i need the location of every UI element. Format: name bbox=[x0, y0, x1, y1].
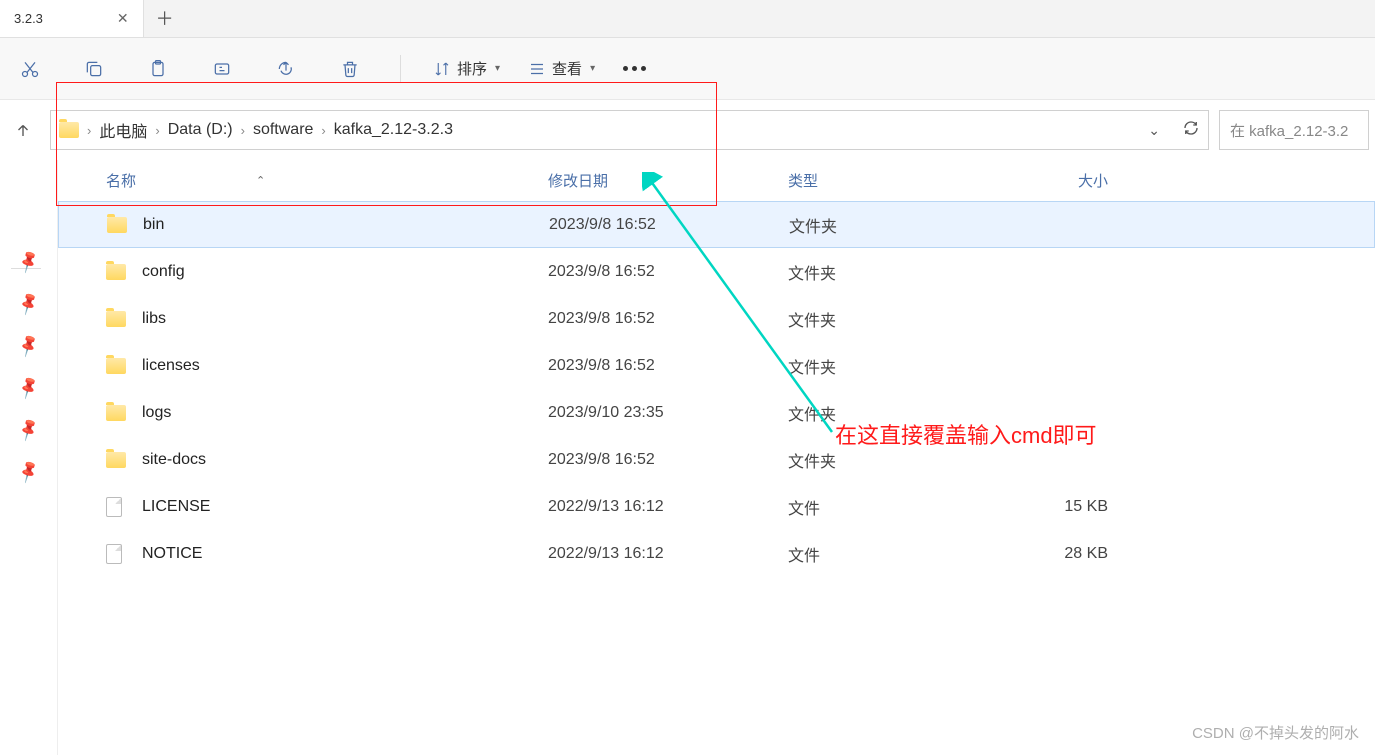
file-row[interactable]: NOTICE2022/9/13 16:12文件28 KB bbox=[58, 530, 1375, 577]
refresh-button[interactable] bbox=[1182, 119, 1200, 141]
more-button[interactable] bbox=[623, 66, 646, 71]
address-row: › 此电脑 › Data (D:) › software › kafka_2.1… bbox=[0, 100, 1375, 160]
file-size: 28 KB bbox=[988, 545, 1108, 563]
pin-icon[interactable]: 📌 bbox=[15, 332, 42, 359]
watermark: CSDN @不掉头发的阿水 bbox=[1192, 722, 1359, 743]
copy-icon[interactable] bbox=[76, 51, 112, 87]
file-row[interactable]: licenses2023/9/8 16:52文件夹 bbox=[58, 342, 1375, 389]
file-type: 文件夹 bbox=[788, 448, 988, 472]
file-row[interactable]: site-docs2023/9/8 16:52文件夹 bbox=[58, 436, 1375, 483]
breadcrumb[interactable]: Data (D:) bbox=[168, 121, 233, 139]
chevron-right-icon: › bbox=[155, 123, 159, 138]
chevron-right-icon: › bbox=[241, 123, 245, 138]
breadcrumb[interactable]: kafka_2.12-3.2.3 bbox=[334, 121, 453, 139]
column-header-type[interactable]: 类型 bbox=[788, 170, 988, 191]
file-date: 2023/9/8 16:52 bbox=[548, 310, 788, 328]
file-name: logs bbox=[142, 404, 548, 422]
file-row[interactable]: libs2023/9/8 16:52文件夹 bbox=[58, 295, 1375, 342]
folder-icon bbox=[106, 264, 126, 280]
folder-icon bbox=[106, 311, 126, 327]
chevron-down-icon: ▾ bbox=[495, 63, 500, 74]
chevron-down-icon: ▾ bbox=[590, 63, 595, 74]
file-date: 2022/9/13 16:12 bbox=[548, 498, 788, 516]
file-size: 15 KB bbox=[988, 498, 1108, 516]
view-button[interactable]: 查看 ▾ bbox=[528, 58, 595, 79]
file-list: bin2023/9/8 16:52文件夹config2023/9/8 16:52… bbox=[58, 201, 1375, 577]
file-icon bbox=[106, 544, 122, 564]
toolbar: 排序 ▾ 查看 ▾ bbox=[0, 38, 1375, 100]
file-date: 2023/9/10 23:35 bbox=[548, 404, 788, 422]
content-pane: 名称 ⌃ 修改日期 类型 大小 bin2023/9/8 16:52文件夹conf… bbox=[58, 160, 1375, 755]
column-header-name[interactable]: 名称 ⌃ bbox=[106, 170, 548, 191]
file-type: 文件 bbox=[788, 542, 988, 566]
file-name: bin bbox=[143, 216, 549, 234]
more-icon bbox=[623, 66, 646, 71]
file-name: LICENSE bbox=[142, 498, 548, 516]
tabs-bar: 3.2.3 ✕ ＋ bbox=[0, 0, 1375, 38]
toolbar-separator bbox=[400, 55, 401, 83]
file-date: 2023/9/8 16:52 bbox=[549, 216, 789, 234]
folder-icon bbox=[106, 452, 126, 468]
pin-icon[interactable]: 📌 bbox=[15, 248, 42, 275]
file-row[interactable]: LICENSE2022/9/13 16:12文件15 KB bbox=[58, 483, 1375, 530]
file-icon bbox=[106, 497, 122, 517]
delete-icon[interactable] bbox=[332, 51, 368, 87]
file-date: 2023/9/8 16:52 bbox=[548, 263, 788, 281]
pin-icon[interactable]: 📌 bbox=[15, 374, 42, 401]
share-icon[interactable] bbox=[268, 51, 304, 87]
active-tab[interactable]: 3.2.3 ✕ bbox=[0, 0, 144, 37]
rename-icon[interactable] bbox=[204, 51, 240, 87]
breadcrumb[interactable]: 此电脑 bbox=[99, 118, 147, 142]
file-name: site-docs bbox=[142, 451, 548, 469]
folder-icon bbox=[106, 358, 126, 374]
folder-icon bbox=[107, 217, 127, 233]
paste-icon[interactable] bbox=[140, 51, 176, 87]
pin-icon[interactable]: 📌 bbox=[15, 416, 42, 443]
file-type: 文件夹 bbox=[788, 401, 988, 425]
sort-indicator-icon: ⌃ bbox=[256, 174, 265, 187]
search-input[interactable]: 在 kafka_2.12-3.2 bbox=[1219, 110, 1369, 150]
column-header-date[interactable]: 修改日期 bbox=[548, 170, 788, 191]
file-row[interactable]: bin2023/9/8 16:52文件夹 bbox=[58, 201, 1375, 248]
history-dropdown[interactable]: ⌄ bbox=[1148, 122, 1160, 139]
file-type: 文件夹 bbox=[788, 307, 988, 331]
sidebar: 📌 📌 📌 📌 📌 📌 bbox=[0, 160, 58, 755]
file-name: libs bbox=[142, 310, 548, 328]
chevron-right-icon: › bbox=[321, 123, 325, 138]
breadcrumb[interactable]: software bbox=[253, 121, 313, 139]
up-button[interactable] bbox=[6, 113, 40, 147]
file-type: 文件夹 bbox=[789, 213, 989, 237]
column-headers: 名称 ⌃ 修改日期 类型 大小 bbox=[58, 160, 1375, 201]
file-date: 2023/9/8 16:52 bbox=[548, 451, 788, 469]
file-name: NOTICE bbox=[142, 545, 548, 563]
sort-label: 排序 bbox=[457, 58, 487, 79]
new-tab-button[interactable]: ＋ bbox=[144, 0, 186, 37]
close-icon[interactable]: ✕ bbox=[113, 10, 133, 27]
search-placeholder: 在 kafka_2.12-3.2 bbox=[1230, 120, 1348, 141]
file-type: 文件 bbox=[788, 495, 988, 519]
pin-icon[interactable]: 📌 bbox=[15, 290, 42, 317]
address-bar[interactable]: › 此电脑 › Data (D:) › software › kafka_2.1… bbox=[50, 110, 1209, 150]
folder-icon bbox=[106, 405, 126, 421]
file-row[interactable]: config2023/9/8 16:52文件夹 bbox=[58, 248, 1375, 295]
chevron-right-icon: › bbox=[87, 123, 91, 138]
file-name: licenses bbox=[142, 357, 548, 375]
view-label: 查看 bbox=[552, 58, 582, 79]
file-type: 文件夹 bbox=[788, 354, 988, 378]
sort-button[interactable]: 排序 ▾ bbox=[433, 58, 500, 79]
file-date: 2022/9/13 16:12 bbox=[548, 545, 788, 563]
cut-icon[interactable] bbox=[12, 51, 48, 87]
file-type: 文件夹 bbox=[788, 260, 988, 284]
file-name: config bbox=[142, 263, 548, 281]
column-header-size[interactable]: 大小 bbox=[988, 170, 1108, 191]
file-row[interactable]: logs2023/9/10 23:35文件夹 bbox=[58, 389, 1375, 436]
folder-icon bbox=[59, 122, 79, 138]
file-date: 2023/9/8 16:52 bbox=[548, 357, 788, 375]
tab-title: 3.2.3 bbox=[14, 11, 43, 26]
pin-icon[interactable]: 📌 bbox=[15, 458, 42, 485]
main-area: 📌 📌 📌 📌 📌 📌 名称 ⌃ 修改日期 类型 大小 bin2023/9/8 … bbox=[0, 160, 1375, 755]
